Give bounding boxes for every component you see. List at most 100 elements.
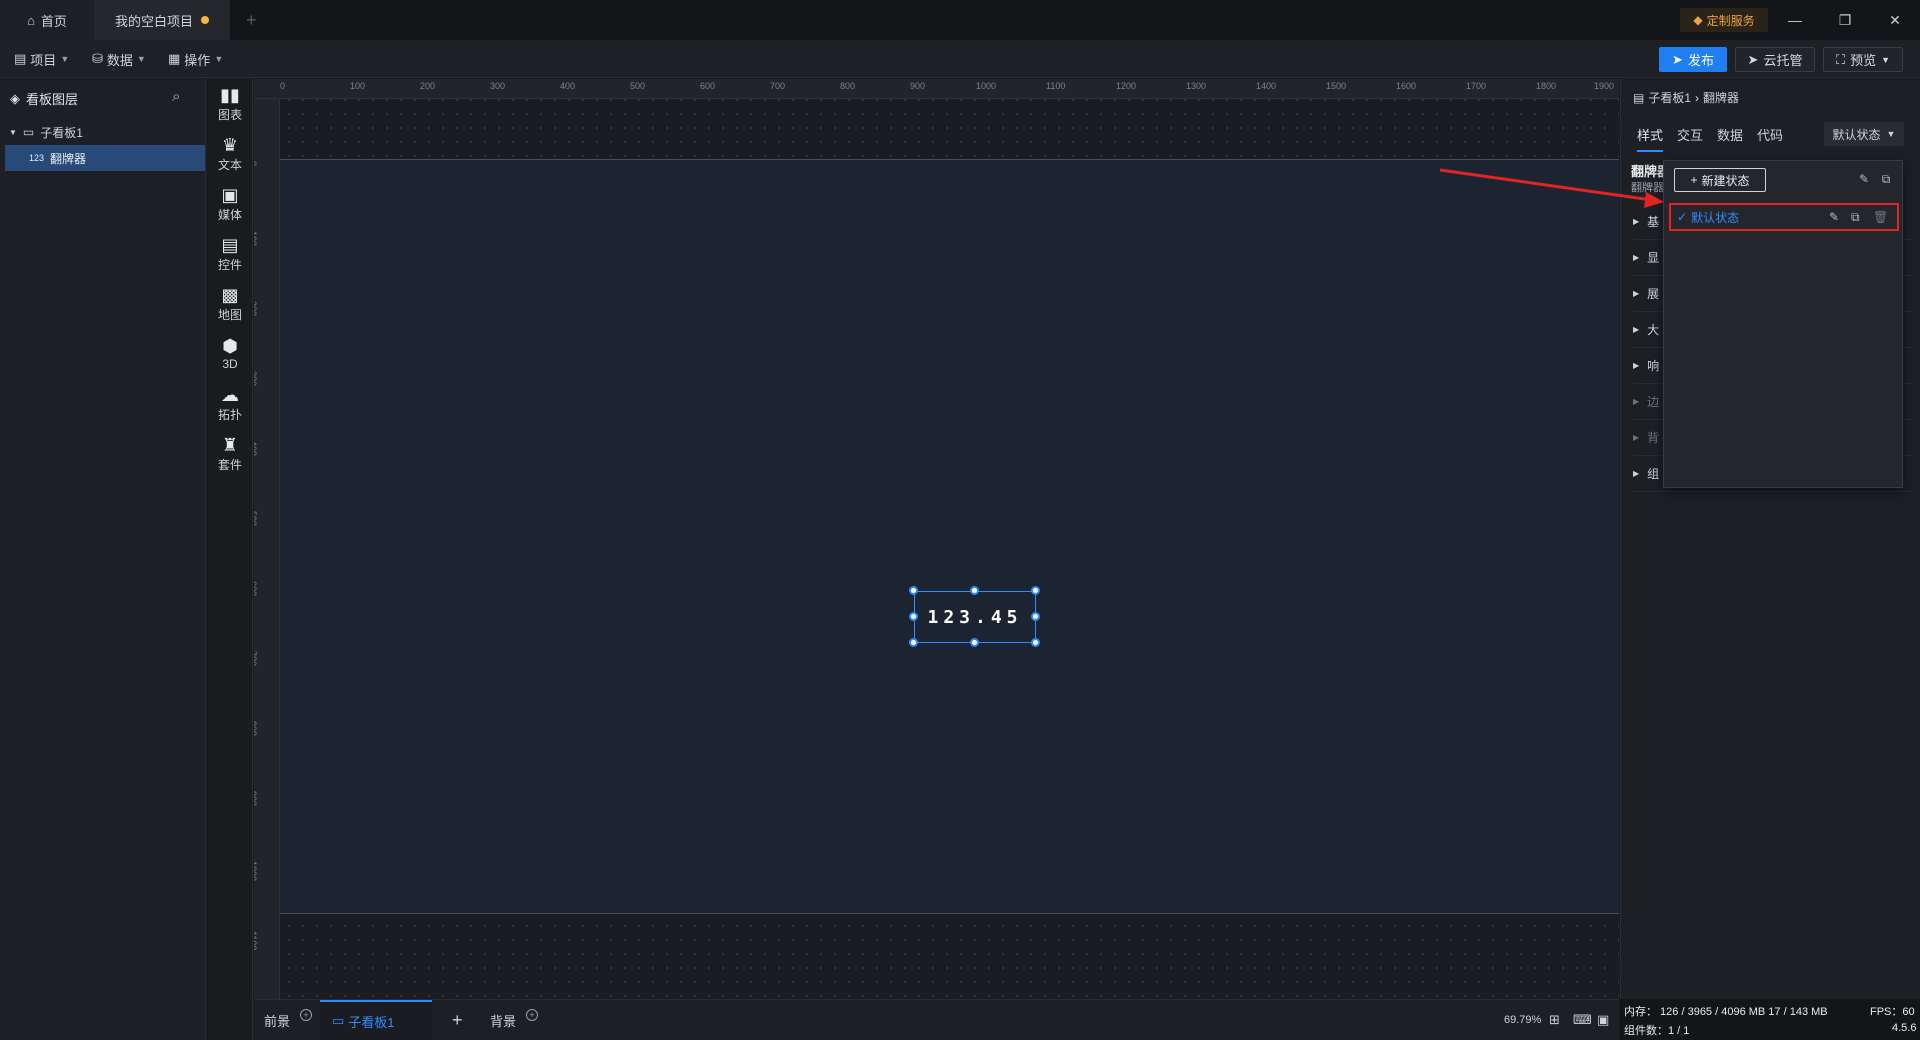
rail-control[interactable]: ▤ 控件 (207, 229, 253, 279)
rail-media[interactable]: ▣ 媒体 (207, 179, 253, 229)
ruler-top-label: 1200 (1116, 81, 1137, 91)
custom-service-button[interactable]: ◆ 定制服务 (1680, 8, 1768, 32)
terminal-icon[interactable]: ▣ (1597, 1000, 1609, 1040)
breadcrumb: ▤ 子看板1 › 翻牌器 (1633, 89, 1739, 106)
copy-icon[interactable]: ⧉ (1878, 171, 1894, 187)
rail-3d[interactable]: ⬢ 3D (207, 329, 253, 379)
rail-text-label: 文本 (217, 157, 242, 172)
ruler-top-label: 1000 (976, 81, 997, 91)
edit-icon[interactable]: ✎ (1829, 210, 1839, 224)
control-icon: ▤ (221, 234, 239, 255)
breadcrumb-item[interactable]: 翻牌器 (1703, 89, 1739, 106)
menu-operation[interactable]: ▦ 操作 ▼ (168, 49, 223, 69)
add-board-icon[interactable]: + (452, 1000, 463, 1040)
resize-handle[interactable] (970, 586, 979, 595)
rail-topology-label: 拓扑 (217, 407, 242, 422)
component-subtitle: 翻牌器 (1631, 182, 1664, 194)
minimize-icon[interactable]: — (1780, 8, 1810, 32)
tab-interaction[interactable]: 交互 (1677, 125, 1703, 144)
state-select-value: 默认状态 (1832, 127, 1881, 142)
cloud-hosting-button[interactable]: ➤ 云托管 (1735, 47, 1815, 72)
add-tab-icon[interactable]: + (246, 10, 257, 31)
ruler-top-label: 200 (420, 81, 436, 91)
ruler-top-label: 300 (490, 81, 506, 91)
close-icon[interactable]: ✕ (1880, 8, 1910, 32)
menu-operation-label: 操作 (184, 52, 211, 68)
ruler-left-label: 200 (254, 301, 258, 317)
canvas-area[interactable]: 0 100 200 300 400 500 600 700 800 900 10… (254, 79, 1619, 999)
board-canvas[interactable]: 123.45 (280, 159, 1619, 914)
rail-kit[interactable]: ♜ 套件 (207, 429, 253, 479)
fit-screen-icon[interactable]: ⊞ (1549, 1000, 1560, 1040)
resize-handle[interactable] (1031, 586, 1040, 595)
cloud-label: 云托管 (1763, 53, 1803, 68)
rail-chart[interactable]: ▮▮ 图表 (207, 79, 253, 129)
rail-topology[interactable]: ☁ 拓扑 (207, 379, 253, 429)
chart-icon: ▮▮ (220, 84, 240, 105)
edit-icon[interactable]: ✎ (1856, 171, 1872, 187)
component-count: 组件数：1 / 1 (1624, 1025, 1690, 1037)
caret-down-icon: ▼ (9, 127, 17, 137)
tree-item-flipper[interactable]: 123 翻牌器 (5, 145, 205, 171)
tab-code[interactable]: 代码 (1757, 125, 1783, 144)
delete-icon[interactable]: 🗑 (1873, 210, 1888, 224)
tab-project-label: 我的空白项目 (114, 13, 193, 29)
rail-map-label: 地图 (217, 307, 242, 322)
tab-data[interactable]: 数据 (1717, 125, 1743, 144)
section-label: 背 (1647, 431, 1660, 445)
state-item-default[interactable]: ✓ 默认状态 ✎ ⧉ 🗑 (1669, 203, 1899, 231)
add-circle-icon[interactable]: + (526, 1009, 539, 1021)
restore-icon[interactable]: ❐ (1830, 8, 1860, 32)
preview-button[interactable]: ⛶ 预览 ▼ (1823, 47, 1903, 72)
add-circle-icon[interactable]: + (300, 1009, 313, 1021)
breadcrumb-item[interactable]: 子看板1 (1648, 89, 1691, 106)
tab-project[interactable]: 我的空白项目 (94, 0, 230, 40)
flipper-value: 123.45 (927, 606, 1023, 628)
rail-map[interactable]: ▩ 地图 (207, 279, 253, 329)
resize-handle[interactable] (1031, 638, 1040, 647)
chevron-down-icon: ▼ (136, 54, 146, 64)
resize-handle[interactable] (970, 638, 979, 647)
chevron-down-icon: ▼ (1881, 54, 1891, 65)
state-select[interactable]: 默认状态 ▼ (1824, 122, 1904, 146)
ruler-left-label: 900 (254, 791, 258, 807)
tab-foreground[interactable]: 前景 + (264, 1000, 313, 1040)
flipper-widget[interactable]: 123.45 (914, 591, 1036, 643)
resize-handle[interactable] (909, 638, 918, 647)
tab-board[interactable]: ▭ 子看板1 (320, 1000, 432, 1040)
text-icon: ♛ (221, 134, 239, 155)
grid-icon: ▦ (168, 51, 181, 66)
diamond-icon: ◆ (1693, 13, 1703, 27)
tree-item-board[interactable]: ▼ ▭ 子看板1 (5, 119, 205, 145)
caret-right-icon: ▶ (1633, 361, 1640, 370)
tab-background[interactable]: 背景 + (490, 1000, 539, 1040)
search-icon[interactable]: ⌕ (172, 88, 180, 105)
ruler-left-label: 1100 (254, 931, 258, 951)
ruler-left-label: 400 (254, 441, 258, 457)
new-state-button[interactable]: + 新建状态 (1674, 168, 1766, 192)
tree-item-board-label: 子看板1 (40, 125, 83, 140)
version-label: 4.5.6 (1892, 1022, 1917, 1034)
section-label: 大 (1647, 323, 1660, 337)
resize-handle[interactable] (909, 612, 918, 621)
ruler-left: 0 100 200 300 400 500 600 700 800 900 10… (254, 99, 280, 999)
rail-media-label: 媒体 (217, 207, 242, 222)
zoom-level: 69.79% (1504, 1000, 1541, 1040)
tab-home[interactable]: ⌂ 首页 (0, 0, 94, 40)
menu-project[interactable]: ▤ 项目 ▼ (14, 49, 69, 69)
component-rail: ▮▮ 图表 ♛ 文本 ▣ 媒体 ▤ 控件 ▩ 地图 ⬢ 3D ☁ 拓扑 ♜ 套件 (207, 79, 253, 1040)
resize-handle[interactable] (1031, 612, 1040, 621)
tab-style[interactable]: 样式 (1637, 125, 1664, 152)
state-dropdown: + 新建状态 ✎ ⧉ ✓ 默认状态 ✎ ⧉ 🗑 (1663, 160, 1903, 488)
keyboard-icon[interactable]: ⌨ (1573, 1000, 1592, 1040)
layers-title: ◈ 看板图层 (10, 89, 78, 108)
publish-button[interactable]: ➤ 发布 (1659, 47, 1727, 72)
rail-text[interactable]: ♛ 文本 (207, 129, 253, 179)
map-icon: ▩ (221, 284, 239, 305)
resize-handle[interactable] (909, 586, 918, 595)
menu-data[interactable]: ⛁ 数据 ▼ (92, 49, 146, 69)
copy-icon[interactable]: ⧉ (1851, 210, 1860, 225)
flipper-icon: 123 (29, 153, 45, 163)
menu-data-label: 数据 (106, 52, 133, 68)
section-label: 基 (1647, 215, 1660, 229)
